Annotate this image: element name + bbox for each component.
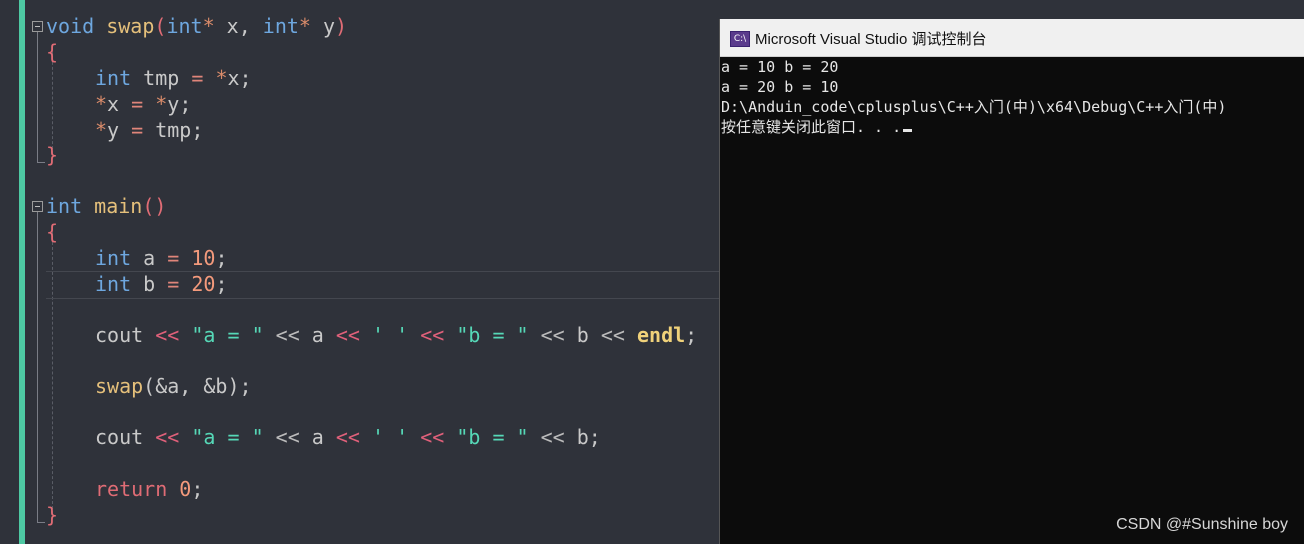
console-output-line-3: D:\Anduin_code\cplusplus\C++入门(中)\x64\De… — [721, 98, 1227, 116]
fold-line — [37, 212, 38, 522]
watermark: CSDN @#Sunshine boy — [1116, 516, 1288, 533]
collapse-main-icon[interactable] — [32, 201, 43, 212]
console-output-line-4: 按任意键关闭此窗口. . . — [721, 117, 913, 137]
code-line-6: } — [46, 143, 59, 167]
fold-end — [37, 162, 45, 163]
code-line-11: int b = 20; — [95, 272, 228, 296]
code-line-5: *y = tmp; — [95, 118, 204, 142]
code-line-1: void swap(int* x, int* y) — [46, 14, 348, 38]
console-prompt-text: 按任意键关闭此窗口. . . — [721, 118, 902, 136]
console-app-icon: C:\ — [730, 31, 750, 47]
fold-end — [37, 522, 45, 523]
code-editor[interactable]: void swap(int* x, int* y) { int tmp = *x… — [0, 0, 720, 544]
console-cursor — [903, 129, 913, 132]
code-line-10: int a = 10; — [95, 246, 228, 270]
code-line-15: swap(&a, &b); — [95, 374, 252, 398]
indent-guide — [52, 52, 53, 154]
console-output-line-1: a = 10 b = 20 — [721, 58, 839, 76]
console-title: Microsoft Visual Studio 调试控制台 — [755, 31, 987, 48]
code-line-13: cout << "a = " << a << ' ' << "b = " << … — [95, 323, 698, 347]
code-line-4: *x = *y; — [95, 92, 192, 116]
code-line-20: } — [46, 503, 59, 527]
console-title-bar[interactable]: C:\ Microsoft Visual Studio 调试控制台 — [720, 19, 1304, 57]
debug-console-window[interactable]: C:\ Microsoft Visual Studio 调试控制台 a = 10… — [719, 19, 1304, 544]
code-line-17: cout << "a = " << a << ' ' << "b = " << … — [95, 425, 601, 449]
fold-line — [37, 32, 38, 162]
code-line-9: { — [46, 220, 59, 244]
console-output-line-2: a = 20 b = 10 — [721, 78, 839, 96]
code-line-8: int main() — [46, 194, 167, 218]
code-line-19: return 0; — [95, 477, 204, 501]
code-line-2: { — [46, 40, 59, 64]
collapse-swap-icon[interactable] — [32, 21, 43, 32]
code-line-3: int tmp = *x; — [95, 66, 252, 90]
